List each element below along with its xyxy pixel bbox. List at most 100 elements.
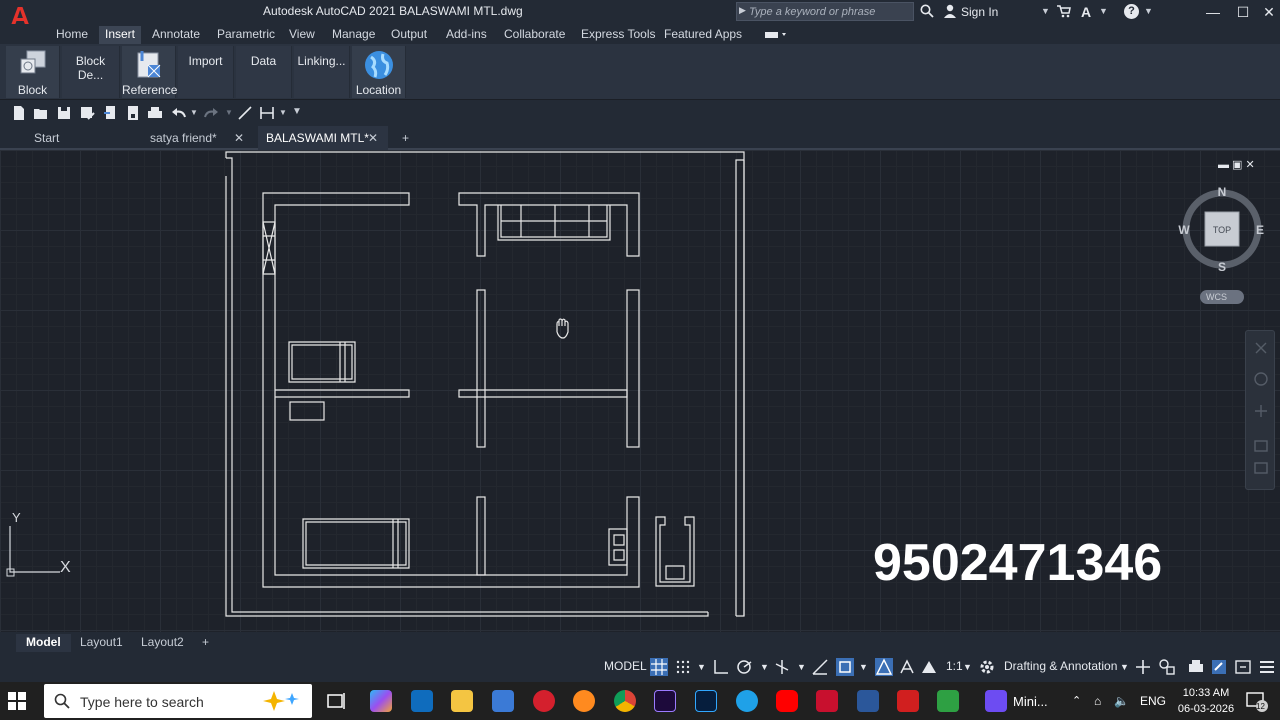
chevron-down-icon[interactable]: ▼ <box>190 108 198 117</box>
clean-screen-icon[interactable] <box>1210 658 1228 676</box>
screen-recorder-icon[interactable] <box>985 690 1007 712</box>
wcs-menu[interactable]: WCS <box>1200 290 1244 304</box>
viewcube-face-top[interactable]: TOP <box>1213 225 1231 235</box>
new-tab-button[interactable]: + <box>394 126 418 150</box>
save-web-icon[interactable] <box>125 105 141 121</box>
open-web-icon[interactable] <box>102 105 118 121</box>
file-explorer-icon[interactable] <box>451 690 473 712</box>
tab-satya-friend[interactable]: satya friend* ✕ <box>142 126 254 150</box>
help-search-box[interactable]: ▶ <box>736 2 914 21</box>
auto-scale-icon[interactable] <box>898 658 916 676</box>
chrome-icon[interactable] <box>614 690 636 712</box>
customization-menu-icon[interactable] <box>1258 658 1276 676</box>
block-definition-button[interactable]: Block De... <box>62 46 120 98</box>
workspace-gear-icon[interactable] <box>978 658 996 676</box>
chevron-down-icon[interactable]: ▼ <box>279 108 287 117</box>
fullscreen-icon[interactable] <box>1234 658 1252 676</box>
tab-manage[interactable]: Manage <box>326 26 381 44</box>
outlook-icon[interactable] <box>411 690 433 712</box>
firefox-icon[interactable] <box>573 690 595 712</box>
plot-icon[interactable] <box>147 105 163 121</box>
compass-west[interactable]: W <box>1178 223 1190 237</box>
object-snap-icon[interactable] <box>836 658 854 676</box>
chevron-down-icon[interactable]: ▼ <box>760 662 769 672</box>
chevron-down-icon[interactable]: ▼ <box>697 662 706 672</box>
tab-express-tools[interactable]: Express Tools <box>575 26 661 44</box>
new-file-icon[interactable] <box>11 105 27 121</box>
tab-output[interactable]: Output <box>385 26 433 44</box>
taskbar-app-label[interactable]: Mini... <box>1013 694 1048 709</box>
chevron-down-icon[interactable]: ▼ <box>797 662 806 672</box>
edge-icon[interactable] <box>736 690 758 712</box>
annotation-scale-value[interactable]: 1:1 <box>946 659 963 673</box>
chevron-down-icon[interactable]: ▼ <box>1120 662 1129 672</box>
microsoft-store-icon[interactable] <box>492 690 514 712</box>
customize-toolbar-icon[interactable]: ▼ <box>292 106 302 117</box>
polar-tracking-icon[interactable] <box>735 658 753 676</box>
compass-south[interactable]: S <box>1218 260 1226 274</box>
tab-insert[interactable]: Insert <box>99 26 142 44</box>
minimize-button[interactable]: — <box>1202 2 1224 22</box>
tab-layout1[interactable]: Layout1 <box>70 634 133 652</box>
after-effects-icon[interactable] <box>654 690 676 712</box>
import-button[interactable]: Import <box>178 46 234 98</box>
annotation-visibility-icon[interactable] <box>875 658 893 676</box>
close-tab-icon[interactable]: ✕ <box>368 126 378 150</box>
dimension-icon[interactable] <box>259 105 275 121</box>
word-icon[interactable] <box>857 690 879 712</box>
save-icon[interactable] <box>56 105 72 121</box>
compass-north[interactable]: N <box>1218 185 1227 199</box>
compass-east[interactable]: E <box>1256 223 1264 237</box>
object-snap-tracking-icon[interactable] <box>811 658 829 676</box>
help-icon[interactable]: ? <box>1124 4 1139 19</box>
isolate-objects-icon[interactable] <box>1158 658 1176 676</box>
save-as-icon[interactable] <box>79 105 95 121</box>
chevron-down-icon[interactable]: ▼ <box>963 662 972 672</box>
tab-home[interactable]: Home <box>50 26 94 44</box>
tab-model[interactable]: Model <box>16 634 71 652</box>
tab-collaborate[interactable]: Collaborate <box>498 26 571 44</box>
network-icon[interactable]: ⌂ <box>1094 694 1101 708</box>
open-folder-icon[interactable] <box>33 105 49 121</box>
opera-icon[interactable] <box>533 690 555 712</box>
navigation-bar[interactable] <box>1245 330 1275 490</box>
acrobat-icon[interactable] <box>897 690 919 712</box>
annotation-scale-icon[interactable] <box>920 658 938 676</box>
help-search-input[interactable] <box>737 3 913 20</box>
close-button[interactable]: ✕ <box>1258 2 1280 22</box>
taskbar-search-box[interactable]: Type here to search <box>44 684 312 718</box>
chevron-down-icon[interactable]: ▼ <box>1099 6 1108 16</box>
workspace-switch[interactable]: Drafting & Annotation <box>1004 659 1117 673</box>
ortho-icon[interactable] <box>712 658 730 676</box>
search-icon[interactable] <box>920 4 934 18</box>
hardware-acceleration-icon[interactable] <box>1187 658 1205 676</box>
youtube-icon[interactable] <box>776 690 798 712</box>
location-button[interactable]: Location <box>352 46 406 98</box>
close-tab-icon[interactable]: ✕ <box>234 126 244 150</box>
chevron-down-icon[interactable]: ▼ <box>225 108 233 117</box>
tab-balaswami-mtl[interactable]: BALASWAMI MTL* ✕ <box>258 126 388 150</box>
drawing-canvas[interactable]: ▬ ▣ ✕ TOP N S E W WCS 9502471346 Y X <box>0 150 1280 632</box>
tab-parametric[interactable]: Parametric <box>211 26 281 44</box>
tab-layout2[interactable]: Layout2 <box>131 634 194 652</box>
maximize-button[interactable]: ☐ <box>1232 2 1254 22</box>
ribbon-minimize-icon[interactable] <box>765 30 789 40</box>
tab-view[interactable]: View <box>283 26 321 44</box>
snap-icon[interactable] <box>674 658 692 676</box>
viewcube[interactable]: TOP N S E W <box>1170 184 1274 274</box>
block-button[interactable]: Block <box>6 46 60 98</box>
sign-in-button[interactable]: Sign In <box>961 5 998 19</box>
autocad-taskbar-icon[interactable] <box>816 690 838 712</box>
installer-icon[interactable] <box>937 690 959 712</box>
windows-start-icon[interactable] <box>8 692 26 710</box>
line-icon[interactable] <box>237 105 253 121</box>
viewport-controls[interactable]: ▬ ▣ ✕ <box>1218 158 1255 171</box>
photoshop-icon[interactable] <box>695 690 717 712</box>
chevron-up-icon[interactable]: ⌃ <box>1072 694 1081 707</box>
plus-icon[interactable] <box>1134 658 1152 676</box>
tab-featured-apps[interactable]: Featured Apps <box>658 26 748 44</box>
system-clock[interactable]: 10:33 AM 06-03-2026 <box>1176 685 1236 717</box>
task-view-icon[interactable] <box>325 690 347 712</box>
redo-icon[interactable] <box>203 105 219 121</box>
data-button[interactable]: Data <box>236 46 292 98</box>
